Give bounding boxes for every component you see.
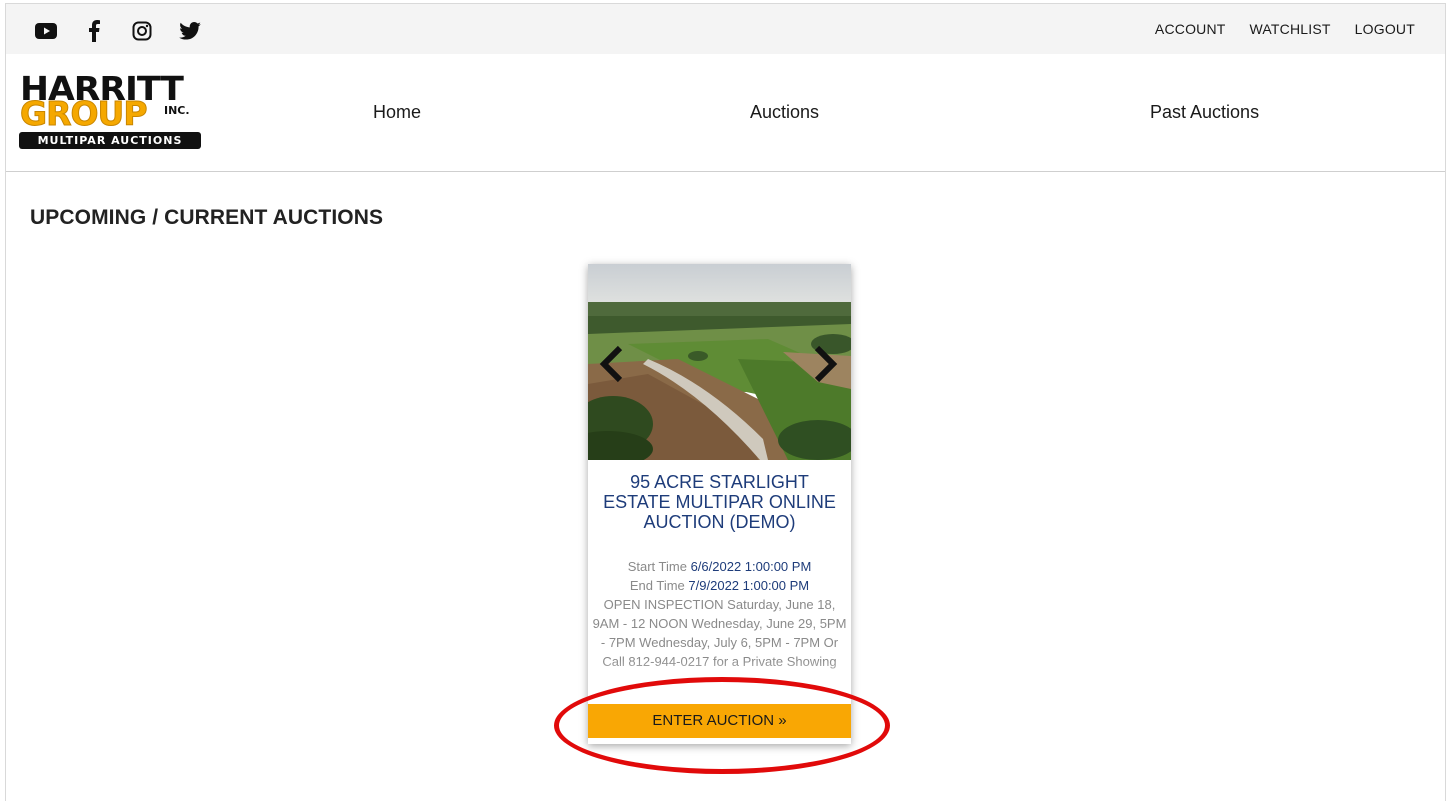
auction-card: 95 ACRE STARLIGHT ESTATE MULTIPAR ONLINE… [588,264,851,744]
carousel-next-icon[interactable] [809,344,839,384]
logout-link[interactable]: LOGOUT [1355,21,1415,37]
watchlist-link[interactable]: WATCHLIST [1250,21,1331,37]
auction-image-carousel[interactable] [588,264,851,460]
youtube-icon[interactable] [30,19,62,43]
nav-auctions[interactable]: Auctions [750,102,819,123]
twitter-icon[interactable] [174,19,206,43]
harritt-group-logo[interactable]: HARRITT GROUP INC. MULTIPAR AUCTIONS [16,72,202,152]
nav-past-auctions[interactable]: Past Auctions [1150,102,1259,123]
nav-home[interactable]: Home [373,102,421,123]
start-time-label: Start Time [627,559,687,574]
browser-viewport: ACCOUNT WATCHLIST LOGOUT HARRITT GROUP I… [5,3,1446,801]
carousel-prev-icon[interactable] [598,344,628,384]
account-links: ACCOUNT WATCHLIST LOGOUT [1155,21,1415,37]
start-time-row: Start Time 6/6/2022 1:00:00 PM [590,557,849,576]
enter-auction-button[interactable]: ENTER AUCTION » [588,704,851,738]
logo-tagline: MULTIPAR AUCTIONS [19,132,201,149]
main-navbar: HARRITT GROUP INC. MULTIPAR AUCTIONS Hom… [6,54,1445,172]
logo-inc: INC. [164,104,190,117]
social-links [30,19,222,43]
instagram-icon[interactable] [126,19,158,43]
end-time-value: 7/9/2022 1:00:00 PM [688,578,810,593]
end-time-label: End Time [629,578,685,593]
account-link[interactable]: ACCOUNT [1155,21,1226,37]
facebook-icon[interactable] [78,19,110,43]
end-time-row: End Time 7/9/2022 1:00:00 PM [590,576,849,595]
auction-title[interactable]: 95 ACRE STARLIGHT ESTATE MULTIPAR ONLINE… [588,472,851,532]
page-title: UPCOMING / CURRENT AUCTIONS [30,206,384,229]
start-time-value: 6/6/2022 1:00:00 PM [690,559,812,574]
top-bar: ACCOUNT WATCHLIST LOGOUT [6,4,1445,54]
logo-line-2: GROUP [20,94,149,133]
auction-details: Start Time 6/6/2022 1:00:00 PM End Time … [588,557,851,671]
description-fade [588,660,851,690]
